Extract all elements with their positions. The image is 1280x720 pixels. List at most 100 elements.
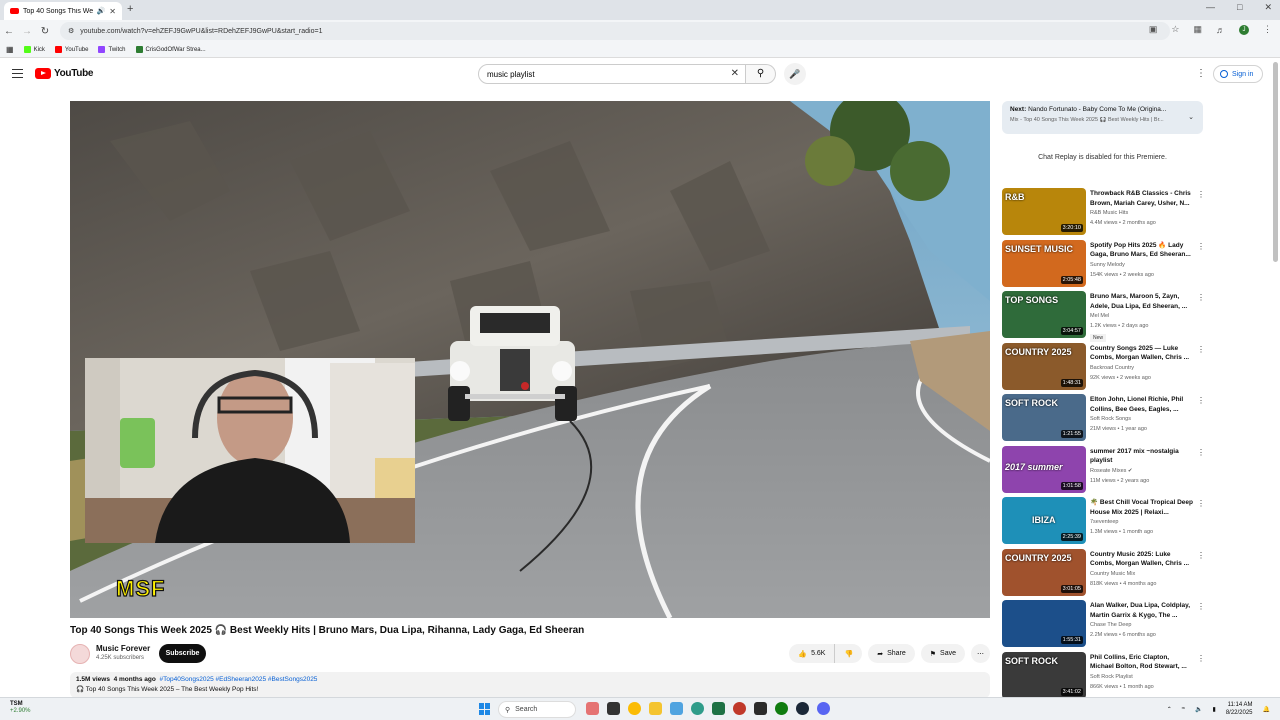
more-vertical-icon[interactable]: ⋮ [1197,396,1205,405]
browser-tab[interactable]: Top 40 Songs This Week 20 🔊 ✕ [4,2,122,20]
bookmark-twitch[interactable]: Twitch [98,46,126,53]
bookmark-kick[interactable]: Kick [23,46,45,53]
recommendation-title[interactable]: Elton John, Lionel Richie, Phil Collins,… [1090,395,1193,414]
like-button[interactable]: 👍 5.6K [789,644,836,663]
recommendation-item[interactable]: SOFT ROCK 1:21:55 Elton John, Lionel Rich… [1002,394,1205,446]
recommendation-item[interactable]: IBIZA 2:25:39 🌴 Best Chill Vocal Tropical… [1002,497,1205,549]
site-info-icon[interactable]: ⚙ [68,27,74,35]
show-hidden-icons-icon[interactable]: ⌃ [1167,706,1172,713]
video-thumbnail[interactable]: IBIZA 2:25:39 [1002,497,1086,544]
recommendation-channel[interactable]: Soft Rock Songs [1090,416,1131,422]
recommendation-channel[interactable]: Sunny Melody [1090,262,1125,268]
more-vertical-icon[interactable]: ⋮ [1197,602,1205,611]
video-thumbnail[interactable]: SUNSET MUSIC 2:05:48 [1002,239,1086,287]
recommendation-item[interactable]: 1:55:31 Alan Walker, Dua Lipa, Coldplay,… [1002,600,1205,652]
share-button[interactable]: ➦ Share [868,644,915,663]
video-thumbnail[interactable]: 2017 summer 1:01:58 [1002,445,1086,493]
description-box[interactable]: 1.5M views 4 months ago #Top40Songs2025 … [70,672,990,698]
video-thumbnail[interactable]: COUNTRY 2025 1:48:31 [1002,342,1086,390]
recommendation-item[interactable]: SOFT ROCK 3:41:02 Phil Collins, Eric Clap… [1002,651,1205,704]
reload-icon[interactable]: ↻ [36,26,54,37]
media-app-icon[interactable] [733,702,746,715]
stock-widget[interactable]: TSM +2.90% [10,701,31,715]
recommendation-title[interactable]: Bruno Mars, Maroon 5, Zayn, Adele, Dua L… [1090,292,1193,311]
edge-icon[interactable] [691,702,704,715]
recommendation-title[interactable]: summer 2017 mix ~nostalgia playlist [1090,447,1193,466]
voice-search-button[interactable]: 🎤 [784,63,806,85]
volume-icon[interactable]: 🔈 [1195,706,1202,713]
install-app-icon[interactable]: ▣ [1149,24,1158,35]
video-thumbnail[interactable]: TOP SONGS 3:04:57 [1002,291,1086,338]
profile-avatar[interactable]: J [1239,24,1249,35]
audio-playing-icon[interactable]: 🔊 [97,7,106,15]
widgets-icon[interactable] [586,702,599,715]
recommendation-title[interactable]: Country Songs 2025 — Luke Combs, Morgan … [1090,344,1193,363]
clock[interactable]: 11:14 AM 8/22/2025 [1226,701,1253,717]
sign-in-button[interactable]: Sign in [1213,65,1263,83]
save-button[interactable]: ⚑ Save [920,644,965,663]
recommendation-item[interactable]: 2017 summer 1:01:58 summer 2017 mix ~nost… [1002,445,1205,498]
xbox-icon[interactable] [775,702,788,715]
hamburger-menu-icon[interactable] [12,69,23,81]
video-thumbnail[interactable]: SOFT ROCK 3:41:02 [1002,651,1086,699]
recommendation-item[interactable]: SUNSET MUSIC 2:05:48 Spotify Pop Hits 202… [1002,239,1205,292]
steam-icon[interactable] [796,702,809,715]
more-vertical-icon[interactable]: ⋮ [1197,551,1205,560]
recommendation-title[interactable]: Spotify Pop Hits 2025 🔥 Lady Gaga, Bruno… [1090,241,1193,260]
bookmark-youtube[interactable]: YouTube [54,46,88,53]
recommendation-item[interactable]: R&B 3:20:10 Throwback R&B Classics - Chri… [1002,188,1205,240]
recommendation-channel[interactable]: R&B Music Hits [1090,210,1128,216]
more-vertical-icon[interactable]: ⋮ [1197,499,1205,508]
subscribe-button[interactable]: Subscribe [159,644,206,663]
excel-icon[interactable] [712,702,725,715]
clear-search-icon[interactable]: ✕ [731,68,739,79]
youtube-logo[interactable]: YouTube [35,68,94,79]
discord-icon[interactable] [817,702,830,715]
recommendation-channel[interactable]: Country Music Mix [1090,571,1135,577]
notifications-icon[interactable]: 🔔 [1263,706,1270,713]
recommendation-channel[interactable]: 7seventeep [1090,519,1118,525]
photos-icon[interactable] [670,702,683,715]
extensions-icon[interactable]: ▦ [1193,24,1202,35]
recommendation-title[interactable]: Throwback R&B Classics - Chris Brown, Ma… [1090,189,1193,208]
more-vertical-icon[interactable]: ⋮ [1197,345,1205,354]
task-view-icon[interactable] [607,702,620,715]
recommendation-title[interactable]: Phil Collins, Eric Clapton, Michael Bolt… [1090,653,1193,672]
close-tab-icon[interactable]: ✕ [109,7,116,16]
search-input[interactable] [487,69,717,79]
more-vertical-icon[interactable]: ⋮ [1197,654,1205,663]
apps-grid-icon[interactable]: ▦ [6,45,14,54]
recommendation-channel[interactable]: Soft Rock Playlist [1090,674,1133,680]
forward-icon[interactable]: → [18,26,36,37]
maximize-icon[interactable]: □ [1237,2,1242,13]
close-window-icon[interactable]: ✕ [1264,2,1272,13]
browser-menu-icon[interactable]: ⋮ [1263,24,1272,35]
chrome-icon[interactable] [628,702,641,715]
settings-menu-icon[interactable]: ⋮ [1196,68,1206,79]
channel-avatar[interactable] [70,644,90,664]
more-vertical-icon[interactable]: ⋮ [1197,448,1205,457]
back-icon[interactable]: ← [0,26,18,37]
more-actions-button[interactable]: ⋯ [971,644,990,663]
more-vertical-icon[interactable]: ⋮ [1197,190,1205,199]
chevron-down-icon[interactable]: ⌄ [1188,113,1194,121]
page-scrollbar[interactable] [1273,62,1278,262]
video-player[interactable] [70,101,990,618]
video-thumbnail[interactable]: SOFT ROCK 1:21:55 [1002,394,1086,441]
more-vertical-icon[interactable]: ⋮ [1197,242,1205,251]
recommendation-channel[interactable]: Chase The Deep [1090,622,1131,628]
video-thumbnail[interactable]: R&B 3:20:10 [1002,188,1086,235]
channel-name[interactable]: Music Forever [96,644,150,653]
wifi-icon[interactable]: ≈ [1182,706,1185,712]
recommendation-item[interactable]: TOP SONGS 3:04:57 Bruno Mars, Maroon 5, Z… [1002,291,1205,343]
recommendation-title[interactable]: Alan Walker, Dua Lipa, Coldplay, Martin … [1090,601,1193,620]
address-bar[interactable]: ⚙ youtube.com/watch?v=ehZEFJ9GwPU&list=R… [60,22,1170,40]
battery-icon[interactable]: ▮ [1213,706,1216,713]
bookmark-crisgodofwar[interactable]: CrisGodOfWar Strea... [135,46,206,53]
file-explorer-icon[interactable] [649,702,662,715]
recommendation-title[interactable]: 🌴 Best Chill Vocal Tropical Deep House M… [1090,498,1193,517]
minimize-icon[interactable]: — [1206,2,1215,13]
search-button[interactable]: ⚲ [746,64,776,84]
epic-games-icon[interactable] [754,702,767,715]
dislike-button[interactable]: 👎 [835,644,863,663]
